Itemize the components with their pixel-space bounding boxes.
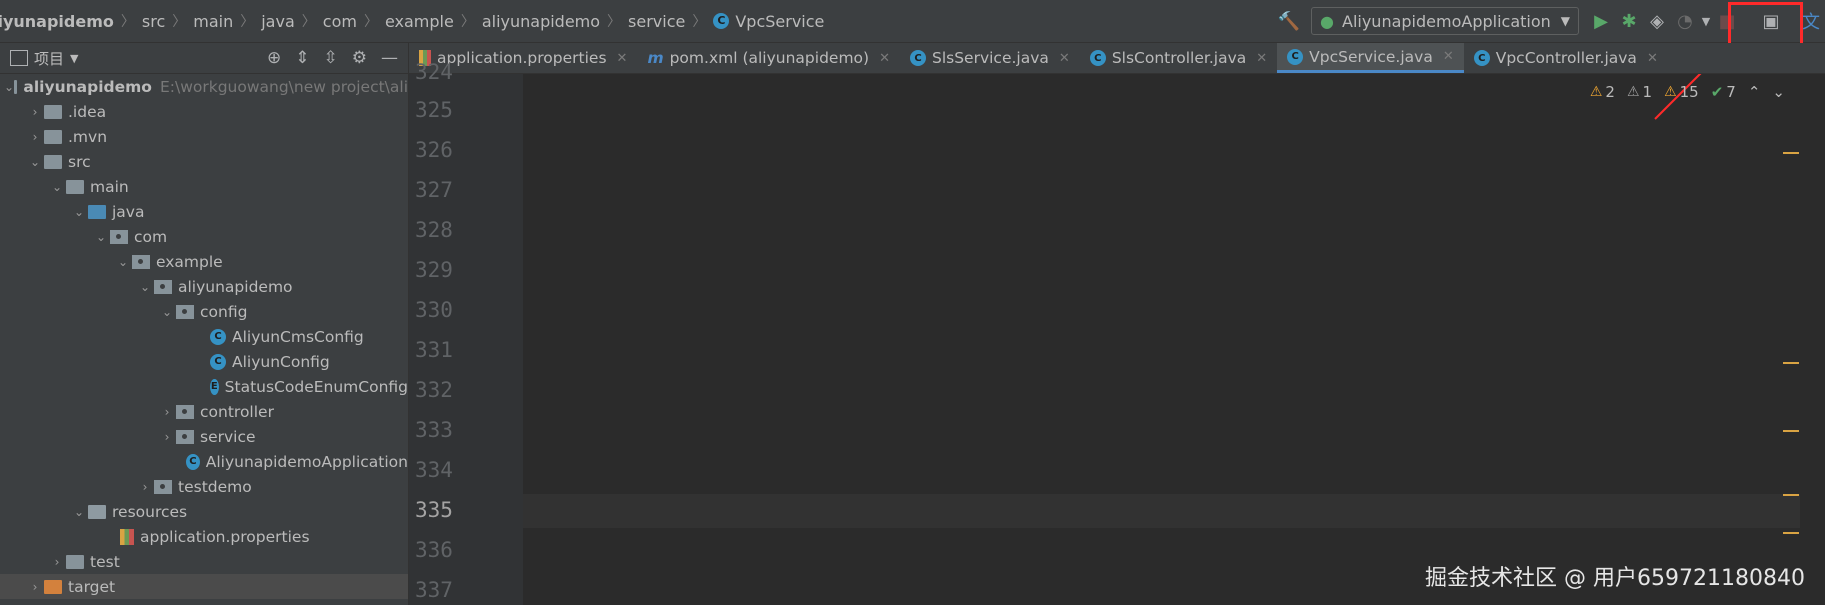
line-number: 333 (415, 418, 453, 442)
line-number: 324 (415, 60, 453, 84)
warning-icon: ⚠ (1589, 84, 1603, 100)
line-number: 329 (415, 258, 453, 282)
tabs-cover (409, 43, 1825, 74)
error-stripe-mark (1783, 362, 1799, 364)
warning-count[interactable]: ⚠ 2 (1590, 83, 1615, 101)
navigation-bar: liyunapidemo 〉 src 〉 main 〉 java 〉 com 〉 exam… (0, 0, 1825, 43)
run-configuration-label: AliyunapidemoApplication (1342, 11, 1551, 31)
debug-bug-icon[interactable]: ✱ (1615, 7, 1643, 35)
chevron-right-icon: 〉 (240, 14, 255, 30)
chevron-right-icon: 〉 (172, 14, 187, 30)
error-stripe[interactable] (1783, 74, 1825, 605)
line-number: 337 (415, 578, 453, 602)
chevron-down-icon[interactable]: ⌄ (1772, 83, 1785, 101)
run-icon[interactable]: ▶ (1587, 7, 1615, 35)
chevron-right-icon: 〉 (460, 14, 475, 30)
chevron-right-icon: 〉 (692, 14, 707, 30)
chevron-down-icon: ▼ (1560, 14, 1570, 28)
line-number: 327 (415, 178, 453, 202)
breadcrumb-item[interactable]: service (628, 12, 685, 31)
error-stripe-mark (1783, 430, 1799, 432)
breadcrumb-item[interactable]: src (142, 12, 165, 31)
line-number: 336 (415, 538, 453, 562)
breadcrumb-item[interactable]: aliyunapidemo (482, 12, 600, 31)
weak-warning-icon: ⚠ (1626, 84, 1640, 100)
chevron-right-icon: 〉 (607, 14, 622, 30)
line-number: 328 (415, 218, 453, 242)
source-folder-icon (88, 204, 106, 219)
coverage-shield-icon[interactable]: ◈ (1643, 7, 1671, 35)
typo-count-value: 15 (1679, 83, 1699, 101)
chevron-down-icon[interactable]: ⌄ (70, 205, 88, 219)
line-number: 332 (415, 378, 453, 402)
breadcrumb: liyunapidemo 〉 src 〉 main 〉 java 〉 com 〉 exam… (0, 11, 824, 31)
breadcrumb-item[interactable]: com (323, 12, 357, 31)
spring-boot-icon: ● (1320, 11, 1334, 31)
breadcrumb-file[interactable]: VpcService (735, 12, 824, 31)
check-icon: ✔ (1710, 83, 1724, 101)
run-configuration-select[interactable]: ● AliyunapidemoApplication ▼ (1311, 7, 1579, 35)
chevron-right-icon: 〉 (301, 14, 316, 30)
build-hammer-icon[interactable]: 🔨 (1275, 7, 1303, 35)
breadcrumb-item[interactable]: liyunapidemo (0, 12, 114, 31)
profile-icon[interactable]: ◔ (1671, 7, 1699, 35)
line-number: 326 (415, 138, 453, 162)
weak-warning-count[interactable]: ⚠ 1 (1627, 83, 1652, 101)
line-number: 331 (415, 338, 453, 362)
ok-count-value: 7 (1726, 83, 1736, 101)
chevron-right-icon: 〉 (363, 14, 378, 30)
line-number: 325 (415, 98, 453, 122)
breadcrumb-item[interactable]: main (193, 12, 233, 31)
chevron-right-icon[interactable]: › (158, 405, 176, 419)
class-icon: C (713, 13, 730, 29)
warning-count-value: 2 (1605, 83, 1615, 101)
error-stripe-mark (1783, 532, 1799, 534)
line-number-current: 335 (415, 498, 453, 522)
line-number: 330 (415, 298, 453, 322)
inspection-widget[interactable]: ⚠ 2 ⚠ 1 ⚠ 15 ✔ 7 ⌃ ⌄ (1590, 83, 1785, 101)
chevron-up-icon[interactable]: ⌃ (1748, 83, 1761, 101)
line-number: 334 (415, 458, 453, 482)
more-run-chevron-icon[interactable]: ▼ (1699, 7, 1713, 35)
watermark-text: 掘金技术社区 @ 用户659721180840 (1425, 566, 1805, 591)
breadcrumb-item[interactable]: example (385, 12, 454, 31)
typo-count[interactable]: ⚠ 15 (1664, 83, 1699, 101)
chevron-right-icon: 〉 (120, 14, 135, 30)
weak-warning-count-value: 1 (1642, 83, 1653, 101)
current-line-highlight (523, 494, 1800, 528)
breadcrumb-item[interactable]: java (261, 12, 295, 31)
error-stripe-mark (1783, 152, 1799, 154)
package-icon (176, 404, 194, 419)
error-stripe-mark (1783, 494, 1799, 496)
typo-warning-icon: ⚠ (1664, 84, 1677, 100)
ok-count[interactable]: ✔ 7 (1711, 83, 1736, 101)
